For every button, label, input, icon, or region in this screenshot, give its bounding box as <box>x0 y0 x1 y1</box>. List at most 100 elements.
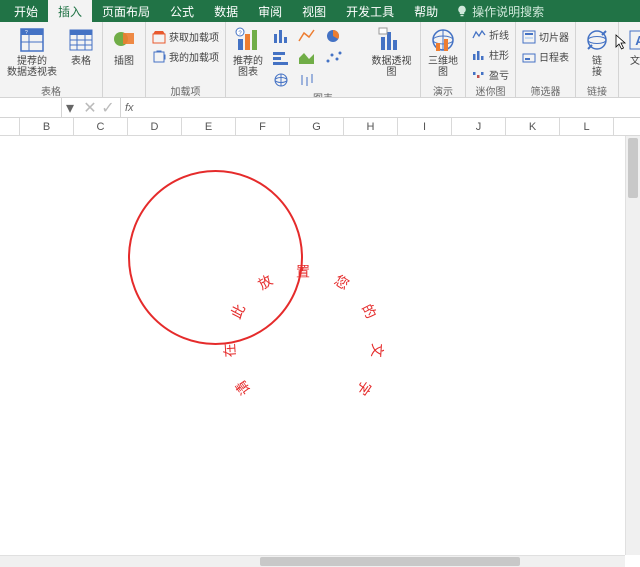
recommended-charts-button[interactable]: ? 推荐的 图表 <box>230 24 266 80</box>
recommended-pivot-label: 提荐的 数据透视表 <box>7 56 57 78</box>
my-addins-button[interactable]: 我的加载项 <box>150 48 221 65</box>
col-header[interactable]: B <box>20 118 74 135</box>
group-charts-label: 图表 <box>230 90 416 98</box>
col-header[interactable]: E <box>182 118 236 135</box>
name-box-dropdown[interactable]: ▾ <box>62 98 78 118</box>
chart-type-gallery <box>270 24 363 90</box>
pivot-chart-button[interactable]: 数据透视图 <box>367 24 416 80</box>
line-chart-icon[interactable] <box>296 26 320 46</box>
group-links: 链 接 链接 <box>576 22 619 97</box>
col-header[interactable]: L <box>560 118 614 135</box>
table-button[interactable]: 表格 <box>64 24 98 69</box>
group-sparklines-label: 迷你图 <box>470 83 511 97</box>
timeline-icon <box>522 50 536 64</box>
tab-view[interactable]: 视图 <box>292 0 336 22</box>
group-links-label: 链接 <box>580 83 614 97</box>
group-tables: ? 提荐的 数据透视表 表格 表格 <box>0 22 103 97</box>
area-chart-icon[interactable] <box>296 48 320 68</box>
pivot-chart-label: 数据透视图 <box>370 56 413 78</box>
shapes-icon <box>110 26 138 54</box>
ribbon-tab-bar: 开始 插入 页面布局 公式 数据 审阅 视图 开发工具 帮助 操作说明搜索 <box>0 0 640 22</box>
illustrations-label: 插图 <box>114 56 134 67</box>
select-all-corner[interactable] <box>0 118 20 135</box>
get-addins-button[interactable]: 获取加载项 <box>150 28 221 45</box>
col-header[interactable]: H <box>344 118 398 135</box>
column-header-row: B C D E F G H I J K L <box>0 118 640 136</box>
scatter-chart-icon[interactable] <box>322 48 346 68</box>
get-addins-label: 获取加载项 <box>169 29 219 44</box>
tab-page-layout[interactable]: 页面布局 <box>92 0 160 22</box>
group-filters: 切片器 日程表 筛选器 <box>516 22 576 97</box>
recommended-pivot-button[interactable]: ? 提荐的 数据透视表 <box>4 24 60 80</box>
tab-help[interactable]: 帮助 <box>404 0 448 22</box>
illustrations-button[interactable]: 插图 <box>107 24 141 69</box>
group-addins: 获取加载项 我的加载项 加载项 <box>146 22 226 97</box>
col-header[interactable]: I <box>398 118 452 135</box>
3d-map-button[interactable]: 三维地 图 <box>425 24 461 80</box>
enter-formula-icon[interactable]: ✓ <box>100 100 116 116</box>
col-header[interactable]: G <box>290 118 344 135</box>
slicer-button[interactable]: 切片器 <box>520 28 571 45</box>
horizontal-scrollbar[interactable] <box>0 555 625 567</box>
link-button[interactable]: 链 接 <box>580 24 614 80</box>
col-header[interactable]: K <box>506 118 560 135</box>
tell-me-search[interactable]: 操作说明搜索 <box>448 0 552 22</box>
worksheet-grid[interactable]: 请在此放置您的文字 <box>0 136 640 552</box>
lightbulb-icon <box>456 5 468 17</box>
col-header[interactable]: F <box>236 118 290 135</box>
tab-data[interactable]: 数据 <box>204 0 248 22</box>
group-filters-label: 筛选器 <box>520 83 571 97</box>
slicer-icon <box>522 30 536 44</box>
map-chart-icon[interactable] <box>270 70 294 90</box>
my-addins-label: 我的加载项 <box>169 49 219 64</box>
vertical-scrollbar[interactable] <box>625 136 640 555</box>
wordart-curved-text[interactable]: 请在此放置您的文字 <box>128 170 303 345</box>
col-header[interactable]: J <box>452 118 506 135</box>
name-box[interactable] <box>0 98 62 117</box>
ribbon: ? 提荐的 数据透视表 表格 表格 插图 获取加载项 <box>0 22 640 98</box>
cancel-formula-icon[interactable]: ✕ <box>82 100 98 116</box>
formula-bar-row: ▾ ✕ ✓ fx <box>0 98 640 118</box>
text-label: 文本 <box>630 56 640 67</box>
group-tours: 三维地 图 演示 <box>421 22 466 97</box>
tab-insert[interactable]: 插入 <box>48 0 92 22</box>
store-icon <box>152 30 166 44</box>
group-charts: ? 推荐的 图表 数据透视图 图表 <box>226 22 421 97</box>
recommended-charts-label: 推荐的 图表 <box>233 56 263 78</box>
pivot-table-icon: ? <box>18 26 46 54</box>
col-header[interactable]: D <box>128 118 182 135</box>
text-icon: A <box>626 26 640 54</box>
pie-chart-icon[interactable] <box>322 26 346 46</box>
scrollbar-thumb[interactable] <box>260 557 520 566</box>
group-sparklines: 折线 柱形 盈亏 迷你图 <box>466 22 516 97</box>
tab-review[interactable]: 审阅 <box>248 0 292 22</box>
sparkline-column-button[interactable]: 柱形 <box>470 46 511 63</box>
stock-chart-icon[interactable] <box>296 70 320 90</box>
spark-line-icon <box>472 28 486 42</box>
link-label: 链 接 <box>592 56 602 78</box>
scrollbar-thumb[interactable] <box>628 138 638 198</box>
fx-icon[interactable]: fx <box>121 102 138 114</box>
svg-text:A: A <box>635 33 640 48</box>
rec-chart-icon: ? <box>234 26 262 54</box>
sparkline-winloss-button[interactable]: 盈亏 <box>470 66 511 83</box>
link-icon <box>583 26 611 54</box>
tab-formulas[interactable]: 公式 <box>160 0 204 22</box>
tell-me-label: 操作说明搜索 <box>472 3 544 20</box>
tab-home[interactable]: 开始 <box>4 0 48 22</box>
group-addins-label: 加载项 <box>150 83 221 97</box>
table-icon <box>67 26 95 54</box>
group-tours-label: 演示 <box>425 83 461 97</box>
tab-developer[interactable]: 开发工具 <box>336 0 404 22</box>
text-button[interactable]: A 文本 <box>623 24 640 69</box>
col-header[interactable]: C <box>74 118 128 135</box>
globe-icon <box>429 26 457 54</box>
group-text: A 文本 <box>619 22 640 97</box>
group-illustrations: 插图 <box>103 22 146 97</box>
svg-text:?: ? <box>25 30 28 36</box>
timeline-button[interactable]: 日程表 <box>520 48 571 65</box>
bar-chart-icon[interactable] <box>270 48 294 68</box>
column-chart-icon[interactable] <box>270 26 294 46</box>
sparkline-line-button[interactable]: 折线 <box>470 26 511 43</box>
addins-icon <box>152 50 166 64</box>
